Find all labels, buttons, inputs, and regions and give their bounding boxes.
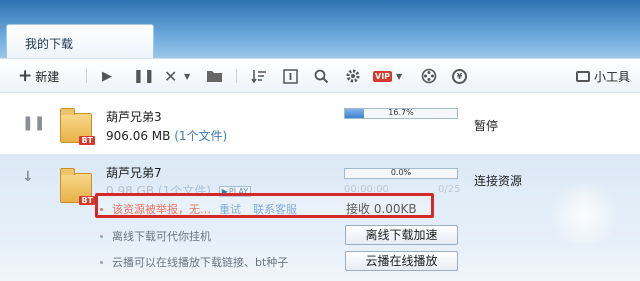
source-count: 0/25 <box>438 184 461 195</box>
settings-button[interactable] <box>345 67 361 85</box>
offline-tip-text: 离线下载可代你挂机 <box>112 230 211 243</box>
file-count-link[interactable]: (1个文件) <box>174 129 227 143</box>
delete-button[interactable]: ✕ <box>164 66 178 86</box>
vip-icon: VIP <box>373 70 393 82</box>
task-name: 葫芦兄弟7 <box>106 166 162 180</box>
sort-icon <box>251 69 266 83</box>
toolbox-icon <box>575 70 590 82</box>
new-task-label: 新建 <box>35 69 60 84</box>
task-size: 906.06 MB <box>106 129 171 143</box>
toolbar-divider <box>86 69 87 83</box>
tab-label: 我的下载 <box>25 37 74 51</box>
background-glow <box>544 184 624 244</box>
stream-tip-text: 云播可以在线播放下载链接、bt种子 <box>112 256 289 269</box>
progress-bar: 0.0% <box>344 168 458 179</box>
task-size-line: 906.06 MB (1个文件) <box>106 127 227 144</box>
folder-icon: BT <box>60 168 95 205</box>
yen-button[interactable]: ¥ <box>452 67 467 85</box>
highlight-box <box>95 193 434 218</box>
task-status: 暂停 <box>474 119 499 133</box>
plus-icon: + <box>18 66 33 86</box>
offline-accelerate-button[interactable]: 离线下载加速 <box>345 225 458 245</box>
progress-text: 0.0% <box>390 168 412 177</box>
bt-badge: BT <box>79 196 95 205</box>
pause-icon: ❚❚ <box>133 68 155 84</box>
cloud-play-button[interactable]: 云播在线播放 <box>345 251 458 271</box>
bullet-dot <box>100 234 103 238</box>
toolbar: + 新建 ▶ ❚❚ ✕ ▼ VIP ▼ ¥ 小工具 <box>0 59 640 93</box>
chevron-down-icon: ▼ <box>184 71 191 81</box>
folder-icon <box>207 71 222 82</box>
download-row[interactable]: ❚❚ BT 葫芦兄弟3 906.06 MB (1个文件) 16.7% 暂停 <box>0 93 640 155</box>
tab-my-downloads[interactable]: 我的下载 <box>6 24 154 58</box>
new-task-button[interactable]: + 新建 <box>18 66 60 86</box>
task-name: 葫芦兄弟3 <box>106 110 162 124</box>
open-folder-button[interactable] <box>206 67 223 85</box>
start-button[interactable]: ▶ <box>102 67 112 85</box>
close-icon: ✕ <box>164 66 178 86</box>
sort-button[interactable] <box>251 67 267 85</box>
offline-tip-line: 离线下载可代你挂机 <box>100 228 211 244</box>
tools-label: 小工具 <box>593 69 630 84</box>
toolbar-divider <box>236 69 237 83</box>
properties-button[interactable] <box>283 67 298 85</box>
play-icon: ▶ <box>102 68 112 84</box>
film-reel-icon <box>421 68 437 84</box>
stream-tip-line: 云播可以在线播放下载链接、bt种子 <box>100 254 288 270</box>
film-button[interactable] <box>421 67 437 85</box>
pause-icon[interactable]: ❚❚ <box>22 115 45 131</box>
download-row-selected[interactable]: ↓ BT 葫芦兄弟7 0.98 GB (1个文件) ▶PLAY 0.0% 00:… <box>0 155 640 281</box>
folder-icon: BT <box>60 108 95 145</box>
yen-icon: ¥ <box>452 68 467 84</box>
download-panel: + 新建 ▶ ❚❚ ✕ ▼ VIP ▼ ¥ 小工具 ❚❚ BT 葫芦兄弟3 90… <box>0 58 640 281</box>
tools-button[interactable]: 小工具 <box>575 67 630 85</box>
task-status: 连接资源 <box>474 174 523 188</box>
search-icon <box>314 69 329 83</box>
progress-text: 16.7% <box>388 108 414 117</box>
chevron-down-icon: ▼ <box>396 71 403 81</box>
bt-badge: BT <box>79 136 95 145</box>
gear-icon <box>346 69 360 83</box>
info-icon <box>283 68 298 84</box>
vip-button[interactable]: VIP ▼ <box>373 67 402 85</box>
delete-dropdown[interactable]: ▼ <box>184 67 190 85</box>
bullet-dot <box>100 260 103 264</box>
search-button[interactable] <box>314 67 329 85</box>
progress-bar: 16.7% <box>344 108 458 119</box>
download-arrow-icon[interactable]: ↓ <box>22 169 34 185</box>
title-bar: 我的下载 <box>0 0 640 58</box>
pause-button[interactable]: ❚❚ <box>133 67 155 85</box>
